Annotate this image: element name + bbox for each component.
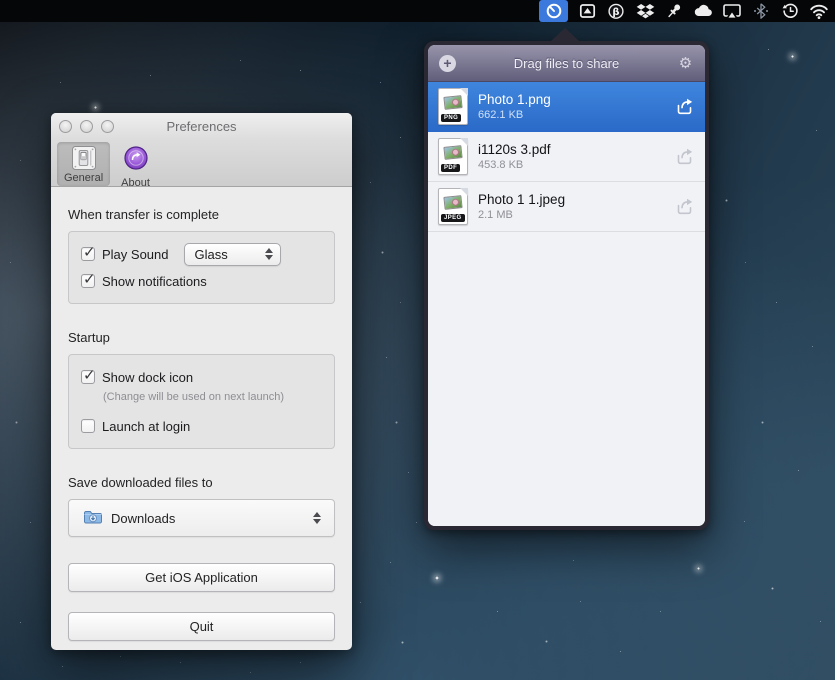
preferences-window: Preferences General	[51, 113, 352, 650]
file-name: i1120s 3.pdf	[478, 141, 664, 158]
share-popover: + Drag files to share ⚙ PNG Photo 1.png …	[424, 41, 709, 530]
play-sound-row: Play Sound Glass	[81, 243, 322, 265]
transfer-groupbox: Play Sound Glass Show notifications	[68, 231, 335, 304]
file-size: 453.8 KB	[478, 158, 664, 172]
tab-about[interactable]: About	[114, 142, 157, 191]
window-title: Preferences	[51, 119, 352, 134]
file-type-badge: PNG	[441, 114, 461, 122]
app-menubar-icon[interactable]	[539, 0, 568, 22]
show-dock-icon-label: Show dock icon	[102, 370, 193, 385]
preferences-content: When transfer is complete Play Sound Gla…	[51, 207, 352, 641]
cloud-icon[interactable]	[693, 0, 713, 22]
share-icon[interactable]	[674, 147, 695, 166]
title-bar[interactable]: Preferences	[51, 113, 352, 139]
file-type-icon: PDF	[438, 138, 468, 175]
about-icon	[123, 145, 149, 176]
file-info: Photo 1 1.jpeg 2.1 MB	[478, 191, 664, 222]
drop-zone[interactable]	[428, 232, 705, 526]
popover-body: + Drag files to share ⚙ PNG Photo 1.png …	[428, 45, 705, 526]
show-dock-icon-checkbox[interactable]	[81, 370, 95, 384]
menu-bar: β	[0, 0, 835, 22]
file-name: Photo 1.png	[478, 91, 664, 108]
switch-icon	[71, 145, 97, 171]
bluetooth-icon[interactable]	[751, 0, 771, 22]
file-type-icon: JPEG	[438, 188, 468, 225]
bright-star	[435, 576, 439, 580]
tab-about-label: About	[121, 177, 150, 189]
beta-icon[interactable]: β	[606, 0, 626, 22]
startup-section-label: Startup	[68, 330, 335, 345]
file-name: Photo 1 1.jpeg	[478, 191, 664, 208]
launch-at-login-checkbox[interactable]	[81, 419, 95, 433]
show-dock-icon-row: Show dock icon	[81, 366, 322, 388]
downloads-folder-icon	[83, 509, 103, 528]
share-icon[interactable]	[674, 197, 695, 216]
file-size: 2.1 MB	[478, 208, 664, 222]
file-row[interactable]: PDF i1120s 3.pdf 453.8 KB	[428, 132, 705, 182]
share-icon[interactable]	[674, 97, 695, 116]
launch-at-login-row: Launch at login	[81, 415, 322, 437]
photo-thumbnail	[443, 95, 462, 110]
dropbox-icon[interactable]	[635, 0, 655, 22]
play-sound-checkbox[interactable]	[81, 247, 95, 261]
play-sound-label: Play Sound	[102, 247, 169, 262]
stepper-arrows-icon	[265, 248, 273, 260]
transfer-section-label: When transfer is complete	[68, 207, 335, 222]
file-type-icon: PNG	[438, 88, 468, 125]
beta-glyph: β	[612, 7, 619, 18]
file-type-badge: PDF	[441, 164, 460, 172]
wifi-icon[interactable]	[809, 0, 829, 22]
save-folder-select[interactable]: Downloads	[68, 499, 335, 537]
popover-arrow	[550, 28, 580, 42]
quit-button[interactable]: Quit	[68, 612, 335, 641]
bright-star	[697, 567, 700, 570]
tab-general-label: General	[64, 172, 103, 184]
bright-star	[791, 55, 794, 58]
tab-general[interactable]: General	[57, 142, 110, 186]
file-row[interactable]: PNG Photo 1.png 662.1 KB	[428, 82, 705, 132]
dock-change-note: (Change will be used on next launch)	[103, 391, 322, 403]
file-info: i1120s 3.pdf 453.8 KB	[478, 141, 664, 172]
eject-box-icon[interactable]	[577, 0, 597, 22]
file-info: Photo 1.png 662.1 KB	[478, 91, 664, 122]
file-size: 662.1 KB	[478, 108, 664, 122]
launch-at-login-label: Launch at login	[102, 419, 190, 434]
get-ios-app-button[interactable]: Get iOS Application	[68, 563, 335, 592]
save-folder-value: Downloads	[111, 511, 175, 526]
photo-thumbnail	[443, 145, 462, 160]
stepper-arrows-icon	[313, 512, 321, 524]
photo-thumbnail	[443, 195, 462, 210]
add-file-button[interactable]: +	[439, 55, 456, 72]
startup-groupbox: Show dock icon (Change will be used on n…	[68, 354, 335, 449]
save-section-label: Save downloaded files to	[68, 475, 335, 490]
pushpin-icon[interactable]	[664, 0, 684, 22]
sound-select[interactable]: Glass	[184, 243, 281, 266]
bright-star	[94, 106, 97, 109]
file-row[interactable]: JPEG Photo 1 1.jpeg 2.1 MB	[428, 182, 705, 232]
sound-select-value: Glass	[195, 247, 228, 262]
show-notifications-label: Show notifications	[102, 274, 207, 289]
preferences-toolbar: General About	[51, 139, 352, 187]
popover-title: Drag files to share	[456, 56, 677, 71]
show-notifications-checkbox[interactable]	[81, 274, 95, 288]
time-machine-icon[interactable]	[780, 0, 800, 22]
gear-icon[interactable]: ⚙	[677, 55, 694, 72]
file-type-badge: JPEG	[441, 214, 465, 222]
show-notifications-row: Show notifications	[81, 270, 322, 292]
popover-header: + Drag files to share ⚙	[428, 45, 705, 82]
airplay-icon[interactable]	[722, 0, 742, 22]
